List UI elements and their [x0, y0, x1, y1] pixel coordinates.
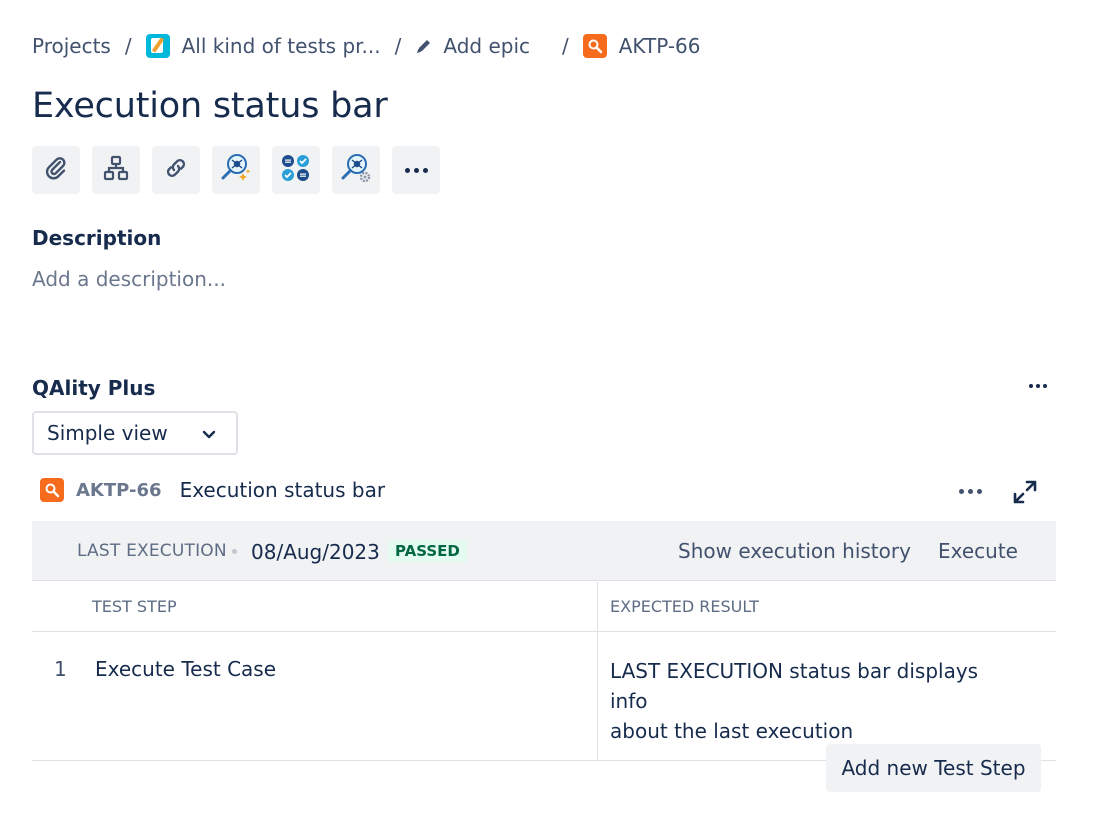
bug-search-icon — [339, 151, 373, 189]
step-number: 1 — [54, 657, 67, 681]
test-issue-icon — [582, 34, 607, 58]
test-case-more-button[interactable] — [954, 480, 986, 502]
breadcrumb-projects[interactable]: Projects — [32, 34, 111, 58]
view-select-value: Simple view — [47, 421, 168, 445]
project-icon — [145, 34, 170, 58]
expected-result-line: about the last execution — [610, 719, 854, 743]
hierarchy-icon — [102, 154, 130, 186]
step-text: Execute Test Case — [95, 657, 277, 681]
last-execution-bar: LAST EXECUTION 08/Aug/2023 PASSED Show e… — [32, 521, 1056, 581]
execute-link[interactable]: Execute — [938, 539, 1018, 563]
description-input[interactable]: Add a description... — [32, 267, 226, 291]
last-execution-date: 08/Aug/2023 — [251, 540, 380, 564]
checklist-button[interactable] — [272, 146, 320, 194]
child-issue-button[interactable] — [92, 146, 140, 194]
test-case-key[interactable]: AKTP-66 — [76, 480, 162, 501]
page-title[interactable]: Execution status bar — [32, 86, 388, 126]
more-actions-button[interactable] — [392, 146, 440, 194]
attach-button[interactable] — [32, 146, 80, 194]
checklist-icon — [279, 151, 313, 189]
more-icon — [404, 167, 428, 173]
ai-search-icon — [219, 151, 253, 189]
description-label: Description — [32, 226, 162, 250]
more-icon — [1029, 384, 1047, 388]
last-execution-label: LAST EXECUTION — [77, 541, 227, 561]
expand-icon — [1011, 480, 1039, 510]
breadcrumb-separator: / — [394, 34, 402, 58]
column-header-expected-result: EXPECTED RESULT — [597, 582, 1056, 632]
status-badge: PASSED — [388, 540, 467, 562]
show-execution-history-link[interactable]: Show execution history — [678, 539, 911, 563]
qality-more-button[interactable] — [1024, 374, 1052, 398]
chevron-down-icon — [202, 421, 216, 445]
table-row[interactable]: 1 Execute Test Case LAST EXECUTION statu… — [32, 631, 1056, 761]
test-step-cell[interactable]: 1 Execute Test Case — [32, 631, 598, 761]
breadcrumb-add-epic[interactable]: Add epic — [443, 34, 530, 58]
test-steps-table: TEST STEP EXPECTED RESULT 1 Execute Test… — [32, 582, 1056, 761]
expected-result-line: LAST EXECUTION status bar displays info — [610, 659, 979, 713]
test-case-summary: Execution status bar — [179, 478, 386, 502]
pencil-icon — [415, 37, 433, 55]
breadcrumb-separator: / — [562, 34, 569, 58]
separator-dot — [232, 549, 237, 554]
more-icon — [958, 488, 982, 494]
expected-result-cell[interactable]: LAST EXECUTION status bar displays info … — [597, 631, 1056, 761]
expand-button[interactable] — [1011, 478, 1039, 506]
qality-title: QAlity Plus — [32, 376, 156, 400]
column-header-test-step: TEST STEP — [32, 582, 598, 632]
test-issue-icon — [40, 478, 64, 502]
breadcrumb-separator: / — [124, 34, 132, 58]
test-case-header: AKTP-66 Execution status bar — [40, 478, 385, 502]
ai-test-search-button[interactable] — [212, 146, 260, 194]
add-test-step-button[interactable]: Add new Test Step — [826, 744, 1041, 792]
breadcrumb-issue-key[interactable]: AKTP-66 — [619, 34, 701, 58]
view-select[interactable]: Simple view — [32, 411, 238, 455]
issue-toolbar — [32, 146, 440, 194]
breadcrumb-project[interactable]: All kind of tests pr... — [182, 34, 381, 58]
link-icon — [162, 154, 190, 186]
paperclip-icon — [42, 154, 70, 186]
breadcrumb: Projects / All kind of tests pr... / Add… — [32, 34, 701, 58]
table-header-row: TEST STEP EXPECTED RESULT — [32, 582, 1056, 632]
bug-search-button[interactable] — [332, 146, 380, 194]
link-issue-button[interactable] — [152, 146, 200, 194]
